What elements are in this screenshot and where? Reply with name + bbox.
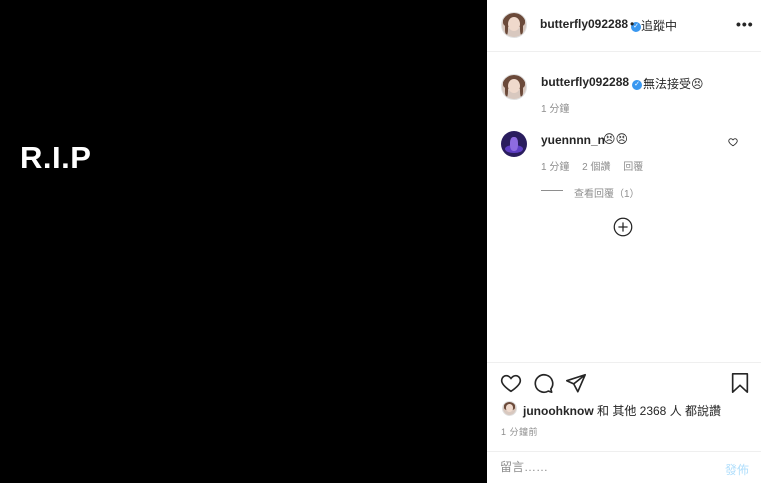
comment-like-heart-icon[interactable]: [728, 137, 738, 147]
post-comment-button[interactable]: 發佈: [725, 461, 749, 478]
view-replies-button[interactable]: 查看回覆（1）: [574, 185, 640, 200]
reply-button[interactable]: 回覆: [623, 162, 643, 173]
header-separator: •: [630, 17, 635, 31]
comment-bubble-icon[interactable]: [532, 372, 554, 394]
comment-meta: 1 分鐘 2 個讚 回覆: [541, 158, 653, 173]
like-heart-icon[interactable]: [500, 372, 522, 394]
liker-avatar[interactable]: [502, 401, 517, 416]
author-username[interactable]: butterfly092288 ✓: [540, 17, 642, 32]
more-options-icon[interactable]: •••: [736, 16, 754, 32]
liker-username[interactable]: junoohknow: [523, 404, 594, 418]
author-username-text[interactable]: butterfly092288: [540, 17, 628, 31]
author-avatar[interactable]: [501, 12, 527, 38]
comment-time[interactable]: 1 分鐘: [541, 162, 569, 173]
action-bar: junoohknow 和 其他 2368 人 都說讚 1 分鐘前 發佈: [487, 362, 761, 483]
following-button[interactable]: 追蹤中: [641, 17, 677, 34]
post-timestamp[interactable]: 1 分鐘前: [501, 425, 538, 438]
likes-summary[interactable]: junoohknow 和 其他 2368 人 都說讚: [523, 402, 721, 419]
view-replies-line: [541, 190, 563, 191]
caption-text: 無法接受😣: [643, 77, 704, 91]
likes-rest-text[interactable]: 和 其他 2368 人 都說讚: [594, 404, 721, 418]
caption-time[interactable]: 1 分鐘: [541, 100, 569, 115]
post-media[interactable]: R.I.P: [0, 0, 487, 483]
add-comment-area: 發佈: [487, 451, 761, 483]
commenter-avatar[interactable]: [501, 131, 527, 157]
post-header: butterfly092288 ✓ • 追蹤中 •••: [487, 0, 761, 52]
caption-username-text[interactable]: butterfly092288: [541, 75, 629, 89]
comment-text: 😣😣: [603, 132, 629, 146]
load-more-comments-icon[interactable]: [613, 217, 633, 237]
caption-avatar[interactable]: [501, 74, 527, 100]
save-bookmark-icon[interactable]: [730, 372, 750, 394]
comment-input[interactable]: [500, 460, 700, 474]
post-panel: butterfly092288 ✓ • 追蹤中 ••• butterfly0922…: [487, 0, 761, 483]
caption-username[interactable]: butterfly092288 ✓: [541, 75, 643, 90]
comment-likes[interactable]: 2 個讚: [582, 162, 610, 173]
share-paper-plane-icon[interactable]: [565, 372, 587, 394]
verified-badge-icon: ✓: [632, 80, 643, 90]
commenter-username[interactable]: yuennnn_n: [541, 133, 605, 147]
media-text: R.I.P: [20, 140, 92, 175]
